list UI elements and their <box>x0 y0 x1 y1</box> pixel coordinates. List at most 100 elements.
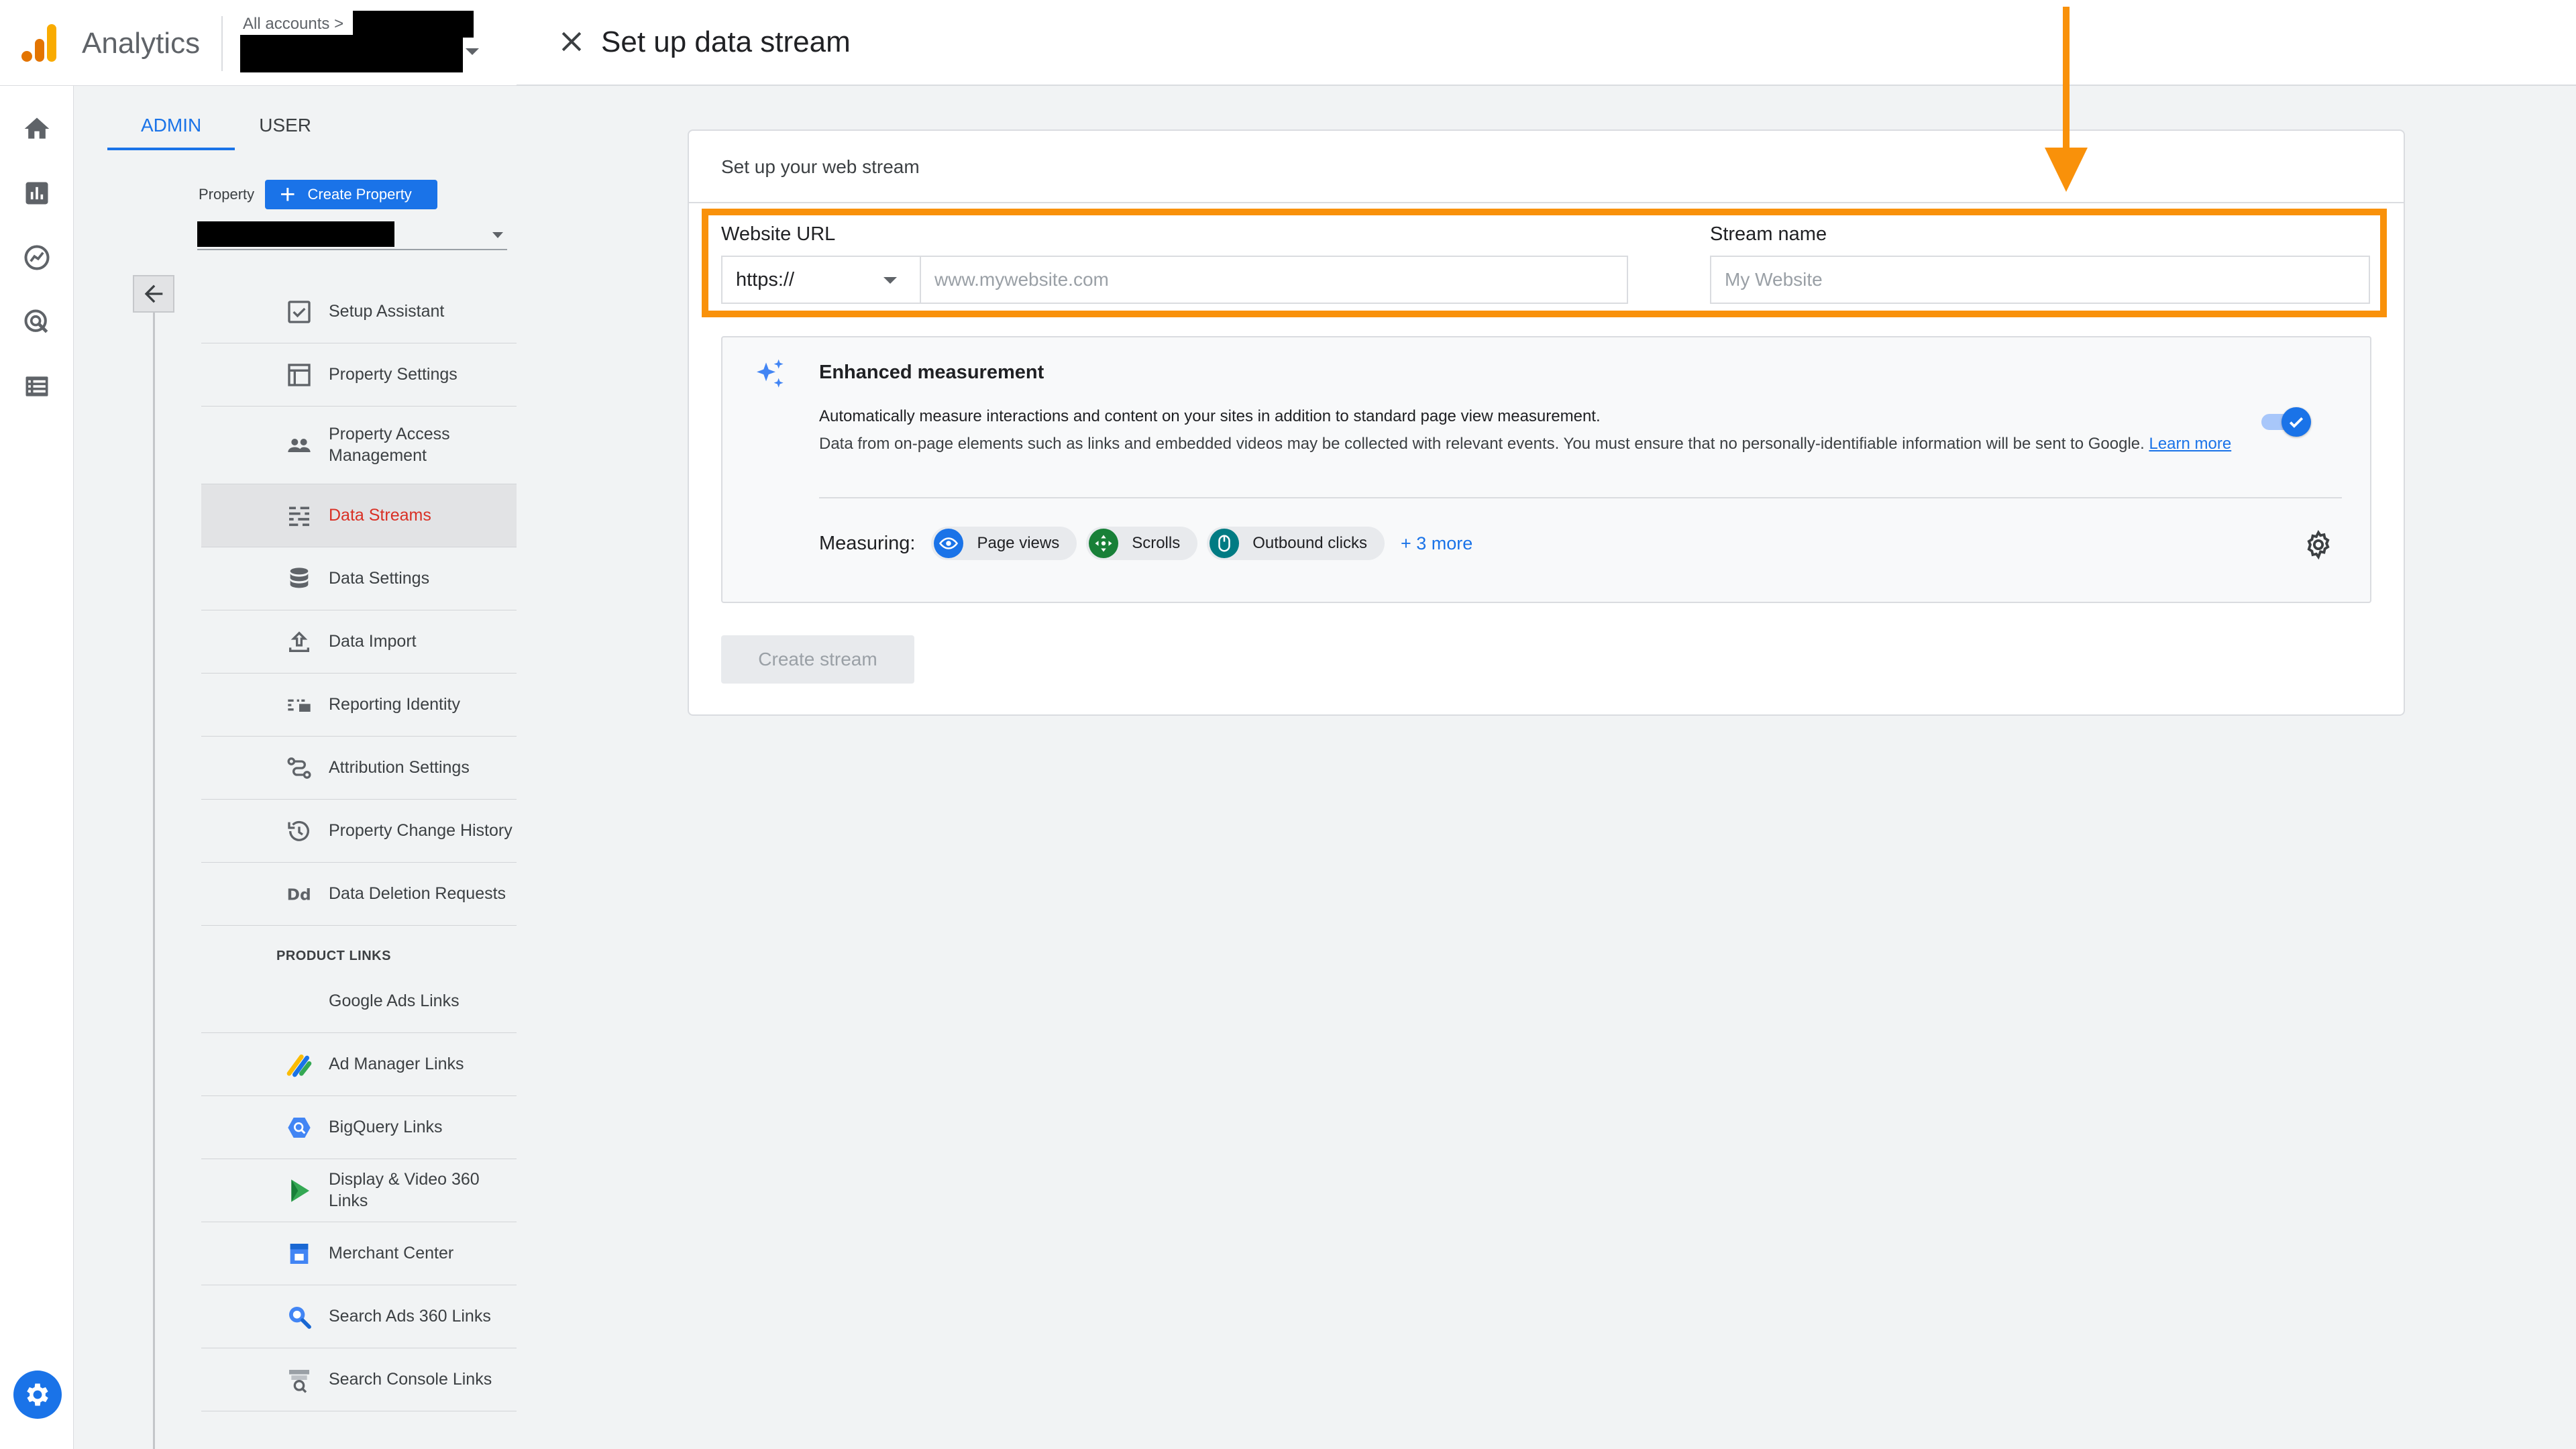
database-icon <box>284 564 314 594</box>
svg-text:Dd: Dd <box>287 885 311 904</box>
panel-title: Set up data stream <box>601 25 851 58</box>
chip-outbound-clicks: Outbound clicks <box>1207 527 1385 560</box>
admin-gear-button[interactable] <box>13 1371 62 1419</box>
nav-item-label: Google Ads Links <box>329 991 460 1010</box>
nav-item-label: BigQuery Links <box>329 1117 443 1136</box>
home-icon[interactable] <box>22 114 52 144</box>
nav-item-label: Ad Manager Links <box>329 1054 464 1073</box>
sparkle-icon <box>757 359 784 388</box>
nav-item-data-import[interactable]: Data Import <box>201 610 517 674</box>
annotation-highlight-box <box>702 209 2387 317</box>
nav-item-setup-assistant[interactable]: Setup Assistant <box>201 280 517 343</box>
nav-item-ad-manager-links[interactable]: Ad Manager Links <box>201 1033 517 1096</box>
nav-item-data-deletion-requests[interactable]: Dd Data Deletion Requests <box>201 863 517 926</box>
redacted-property-picker[interactable] <box>240 35 463 72</box>
nav-item-bigquery-links[interactable]: BigQuery Links <box>201 1096 517 1159</box>
close-icon[interactable] <box>557 27 586 56</box>
nav-item-property-access-management[interactable]: Property Access Management <box>201 407 517 484</box>
history-icon <box>284 816 314 846</box>
chip-label: Page views <box>977 534 1060 552</box>
ad-manager-icon <box>284 1050 314 1079</box>
enhanced-measurement-notice: Data from on-page elements such as links… <box>819 431 2248 457</box>
window-icon <box>284 360 314 390</box>
admin-panel: ADMIN USER Property + Create Property Se… <box>74 86 517 1449</box>
reports-icon[interactable] <box>22 178 52 208</box>
property-select-underline <box>197 249 507 250</box>
search-ads-icon <box>284 1302 314 1332</box>
card-title: Set up your web stream <box>721 156 920 177</box>
nav-item-google-ads-links[interactable]: Google Ads Links <box>201 970 517 1033</box>
product-links-heading: PRODUCT LINKS <box>276 949 391 963</box>
annotation-arrow-icon <box>2045 7 2088 192</box>
nav-item-reporting-identity[interactable]: Reporting Identity <box>201 674 517 737</box>
dv360-icon <box>284 1176 314 1205</box>
mouse-icon <box>1210 529 1240 558</box>
property-nav: Setup Assistant Property Settings Proper… <box>201 280 517 1411</box>
nav-item-label: Data Import <box>329 631 417 651</box>
learn-more-link[interactable]: Learn more <box>2149 435 2231 453</box>
tab-user[interactable]: USER <box>235 101 345 150</box>
gear-icon[interactable] <box>2303 529 2334 560</box>
divider <box>819 497 2342 498</box>
explore-icon[interactable] <box>22 243 52 272</box>
analytics-logo-icon <box>21 24 56 62</box>
chip-page-views: Page views <box>931 527 1077 560</box>
toggle-knob <box>2282 407 2311 437</box>
attribution-icon <box>284 753 314 783</box>
nav-item-property-change-history[interactable]: Property Change History <box>201 800 517 863</box>
nav-item-label: Property Settings <box>329 364 458 384</box>
left-rail <box>0 0 74 1449</box>
chip-scrolls: Scrolls <box>1086 527 1198 560</box>
nav-item-dv360-links[interactable]: Display & Video 360 Links <box>201 1159 517 1222</box>
all-accounts-breadcrumb[interactable]: All accounts > <box>243 15 343 34</box>
nav-item-label: Property Change History <box>329 820 513 840</box>
identity-icon <box>284 690 314 720</box>
more-measurements-link[interactable]: + 3 more <box>1401 533 1472 554</box>
nav-item-label: Data Deletion Requests <box>329 883 506 903</box>
people-icon <box>284 431 314 460</box>
app-header: Analytics All accounts > <box>0 0 517 86</box>
admin-tabs: ADMIN USER <box>107 101 345 150</box>
nav-item-label: Search Console Links <box>329 1369 492 1389</box>
nav-item-data-streams[interactable]: Data Streams <box>201 484 517 547</box>
enhanced-measurement-description: Automatically measure interactions and c… <box>819 407 1601 425</box>
create-property-label: Create Property <box>307 186 412 203</box>
nav-item-label: Property Access Management <box>329 425 450 465</box>
enhanced-measurement-toggle[interactable] <box>2261 406 2311 437</box>
chevron-down-icon[interactable] <box>492 232 503 238</box>
nav-item-attribution-settings[interactable]: Attribution Settings <box>201 737 517 800</box>
chevron-down-icon[interactable] <box>466 48 479 55</box>
configure-icon[interactable] <box>22 372 52 401</box>
back-button[interactable] <box>133 275 174 313</box>
chip-label: Outbound clicks <box>1252 534 1367 552</box>
nav-item-merchant-center[interactable]: Merchant Center <box>201 1222 517 1285</box>
create-stream-button[interactable]: Create stream <box>721 635 914 684</box>
measuring-row: Measuring: Page views Scrolls Outbound c… <box>819 525 1472 561</box>
streams-icon <box>284 501 314 531</box>
property-label: Property <box>199 186 255 203</box>
nav-item-search-console-links[interactable]: Search Console Links <box>201 1348 517 1411</box>
nav-item-data-settings[interactable]: Data Settings <box>201 547 517 610</box>
nav-item-label: Data Settings <box>329 568 430 588</box>
nav-item-label: Setup Assistant <box>329 301 445 321</box>
bigquery-icon <box>284 1113 314 1142</box>
nav-item-search-ads-360-links[interactable]: Search Ads 360 Links <box>201 1285 517 1348</box>
eye-icon <box>934 529 964 558</box>
card-header: Set up your web stream <box>689 131 2404 203</box>
create-property-button[interactable]: + Create Property <box>265 180 437 209</box>
redacted-property-select[interactable] <box>197 221 394 247</box>
app-name: Analytics <box>82 27 201 60</box>
tab-admin[interactable]: ADMIN <box>107 101 235 150</box>
header-divider <box>221 16 223 71</box>
measuring-label: Measuring: <box>819 532 916 554</box>
nav-item-label: Search Ads 360 Links <box>329 1306 491 1326</box>
checkbox-icon <box>284 297 314 327</box>
nav-item-property-settings[interactable]: Property Settings <box>201 343 517 407</box>
scroll-icon <box>1089 529 1119 558</box>
advertising-icon[interactable] <box>22 307 52 337</box>
enhanced-measurement-title: Enhanced measurement <box>819 362 1044 383</box>
plus-icon: + <box>280 180 296 209</box>
redacted-account-name <box>353 11 474 38</box>
dd-icon: Dd <box>284 879 314 909</box>
tree-line <box>153 313 155 1449</box>
